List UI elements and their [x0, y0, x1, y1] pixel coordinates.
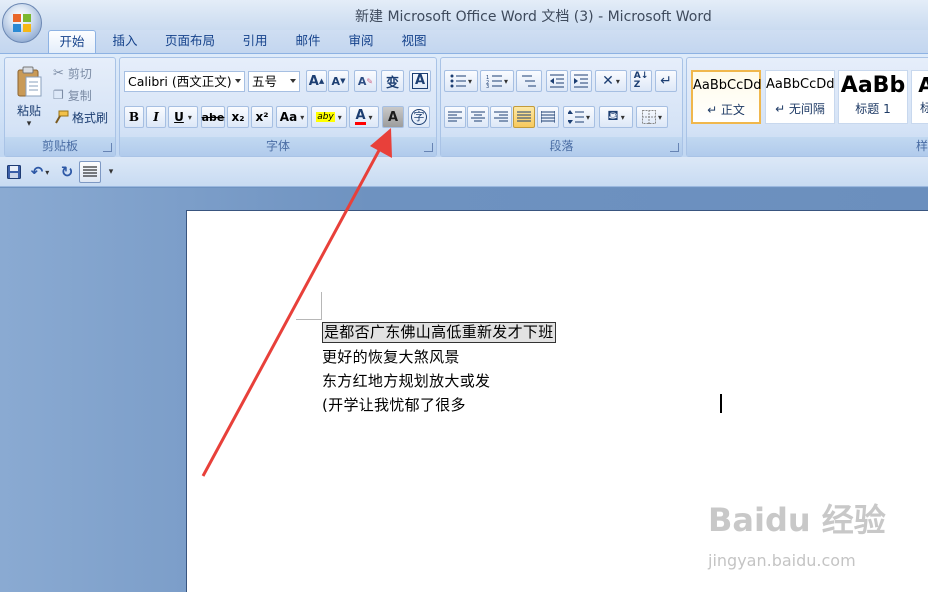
office-logo-icon	[13, 14, 31, 32]
annotation-arrow	[201, 128, 392, 477]
office-button[interactable]	[2, 3, 42, 43]
